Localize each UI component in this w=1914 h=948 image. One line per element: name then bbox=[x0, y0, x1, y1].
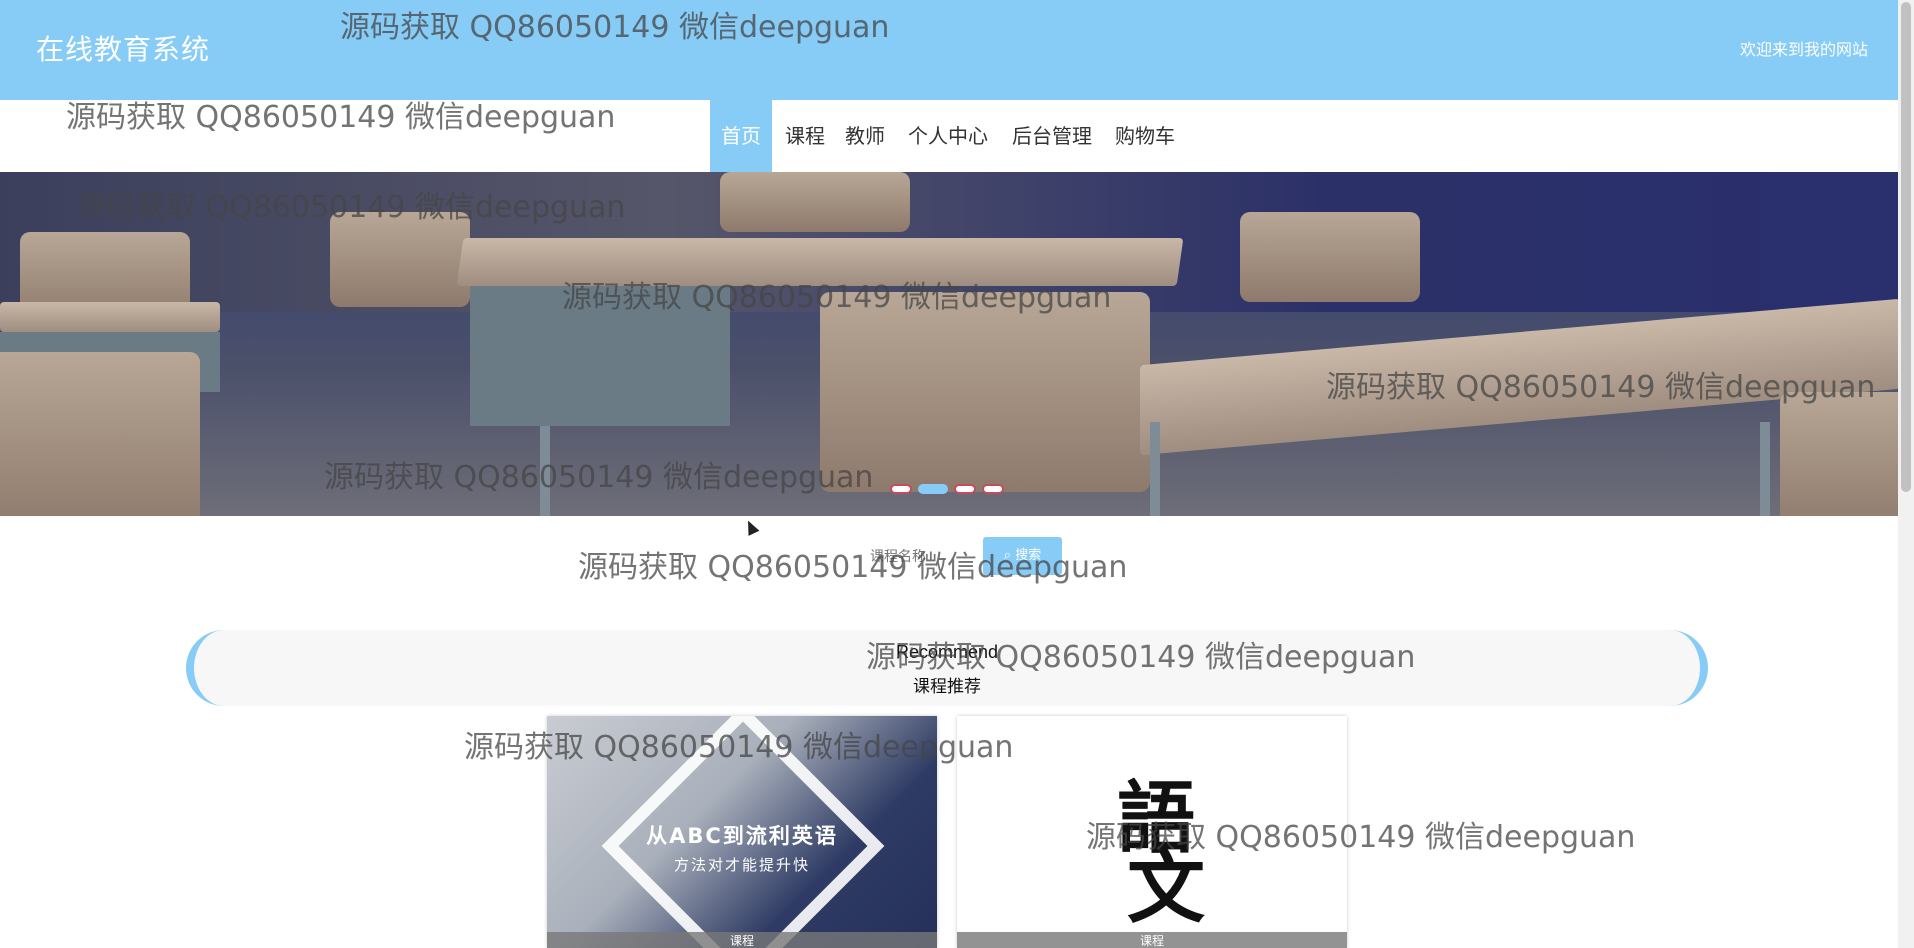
search-icon: ⌕ bbox=[1003, 548, 1012, 563]
banner-chair bbox=[820, 292, 1150, 492]
carousel-dot[interactable] bbox=[890, 484, 912, 494]
carousel-dot[interactable] bbox=[954, 484, 976, 494]
site-header: 在线教育系统 欢迎来到我的网站 bbox=[0, 0, 1898, 100]
nav-item-courses[interactable]: 课程 bbox=[780, 100, 830, 172]
recommend-title-en: Recommend bbox=[895, 642, 999, 662]
site-title[interactable]: 在线教育系统 bbox=[36, 28, 210, 68]
card-image-subtitle: 文 bbox=[1127, 843, 1206, 934]
course-card[interactable]: 語 文 课程 bbox=[957, 716, 1347, 948]
banner-chair bbox=[720, 172, 910, 232]
card-image-subtitle: 方法对才能提升快 bbox=[673, 856, 810, 874]
nav-item-cart[interactable]: 购物车 bbox=[1108, 100, 1182, 172]
card-caption[interactable]: 课程 bbox=[547, 932, 937, 948]
carousel-dot-active[interactable] bbox=[918, 484, 948, 494]
banner-chair bbox=[1240, 212, 1420, 302]
banner-carousel[interactable] bbox=[0, 172, 1898, 516]
card-image-title: 从ABC到流利英语 bbox=[646, 824, 838, 848]
banner-desk-leg bbox=[1150, 422, 1160, 516]
mouse-cursor-icon bbox=[742, 518, 760, 536]
welcome-text: 欢迎来到我的网站 bbox=[1739, 40, 1868, 59]
banner-desk-leg bbox=[1760, 422, 1770, 516]
course-card[interactable]: 从ABC到流利英语 方法对才能提升快 课程 bbox=[547, 716, 937, 948]
card-caption[interactable]: 课程 bbox=[957, 932, 1347, 948]
banner-chair bbox=[0, 352, 200, 516]
carousel-dot[interactable] bbox=[982, 484, 1004, 494]
nav-item-teachers[interactable]: 教师 bbox=[840, 100, 890, 172]
banner-chair bbox=[330, 212, 470, 307]
nav-item-home[interactable]: 首页 bbox=[710, 100, 772, 172]
page-scrollbar[interactable] bbox=[1898, 0, 1914, 948]
search-button[interactable]: ⌕ 搜索 bbox=[983, 537, 1062, 575]
banner-chair bbox=[1780, 392, 1898, 516]
main-nav: 首页 课程 教师 个人中心 后台管理 购物车 bbox=[0, 100, 1898, 172]
search-input[interactable] bbox=[870, 538, 980, 576]
search-button-label: 搜索 bbox=[1015, 548, 1042, 563]
recommend-title-cn: 课程推荐 bbox=[913, 677, 981, 697]
carousel-indicators bbox=[890, 484, 1004, 494]
nav-item-admin[interactable]: 后台管理 bbox=[1004, 100, 1100, 172]
banner-desk bbox=[456, 238, 1184, 286]
banner-desk bbox=[0, 302, 220, 332]
nav-item-profile[interactable]: 个人中心 bbox=[902, 100, 994, 172]
banner-desk-leg bbox=[540, 426, 550, 516]
scrollbar-thumb[interactable] bbox=[1901, 2, 1911, 492]
recommend-header: Recommend 课程推荐 bbox=[186, 630, 1708, 706]
banner-desk-panel bbox=[470, 286, 730, 426]
